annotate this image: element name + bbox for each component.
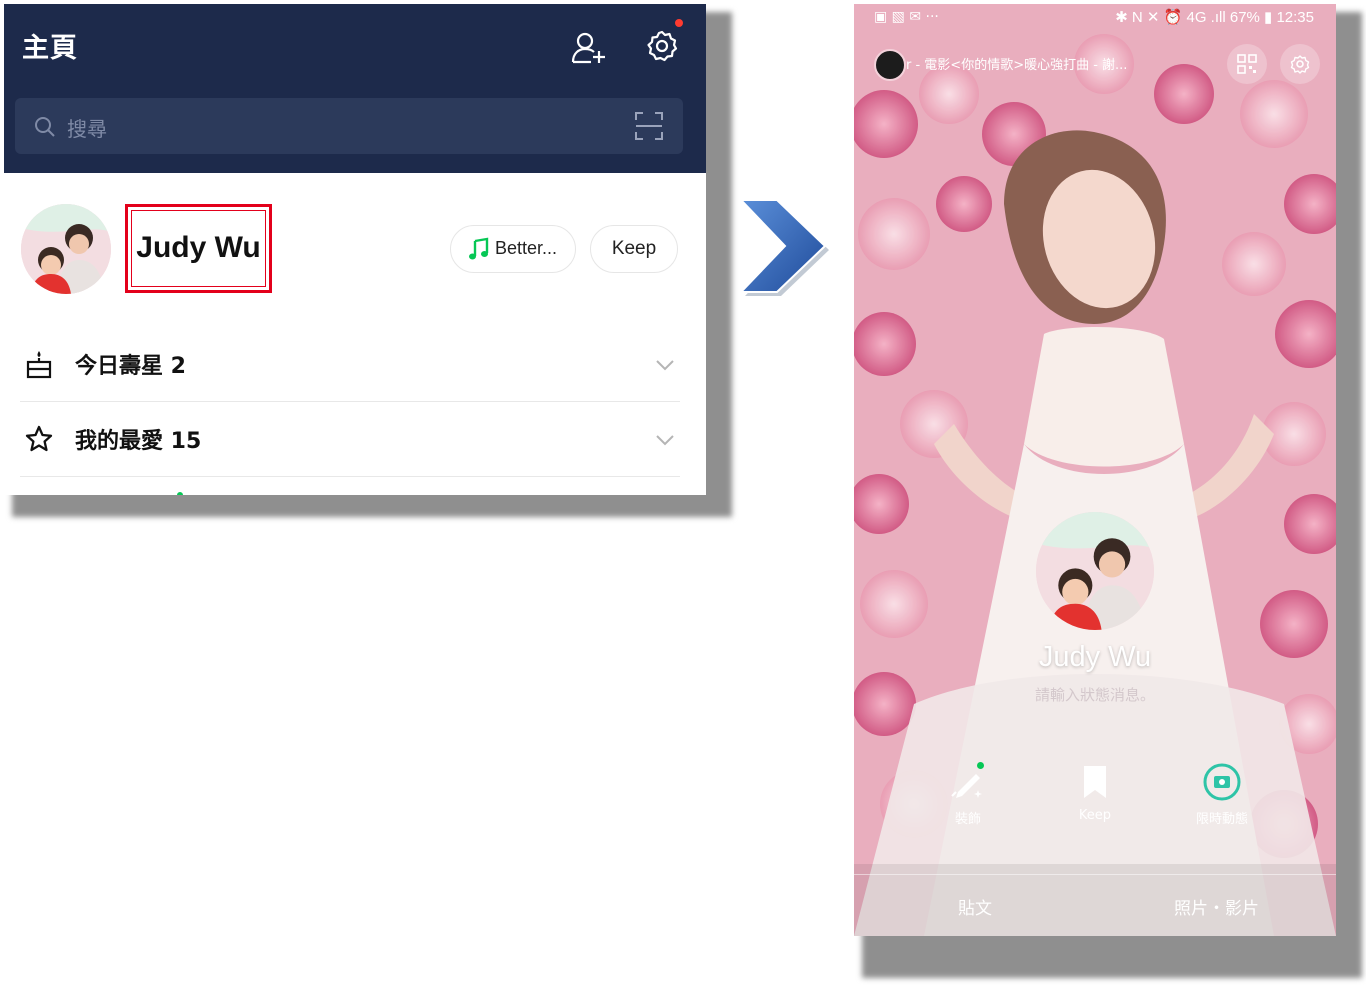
status-message-placeholder[interactable]: 請輸入狀態消息。 (854, 684, 1336, 705)
story-button[interactable]: 限時動態 (1167, 762, 1277, 827)
avatar[interactable] (21, 204, 111, 294)
chevron-down-icon[interactable] (654, 429, 676, 451)
keep-button[interactable]: Keep (1040, 762, 1150, 823)
keep-label: Keep (611, 238, 657, 259)
profile-screen: ▣ ▧ ✉ ··· ✱ N ✕ ⏰ 4G .ıll 67% ▮ 12:35 r … (854, 4, 1336, 936)
star-icon (25, 425, 53, 452)
story-camera-icon (1203, 763, 1241, 801)
new-indicator-dot (177, 492, 183, 495)
scan-icon[interactable] (634, 111, 664, 141)
search-bar[interactable]: 搜尋 (15, 98, 683, 154)
profile-music-ticker[interactable]: r - 電影<你的情歌>暖心強打曲 - 謝... (906, 54, 1130, 73)
profile-settings-button[interactable] (1280, 44, 1320, 84)
decorate-button[interactable]: 裝飾 (913, 762, 1023, 827)
section-label: 我的最愛 15 (75, 429, 202, 454)
story-label: 限時動態 (1195, 812, 1248, 827)
page-title: 主頁 (22, 33, 78, 64)
profile-music-button[interactable]: Better... (450, 225, 576, 273)
qr-code-icon (1237, 54, 1257, 74)
new-indicator-dot (977, 762, 984, 769)
search-input[interactable]: 搜尋 (67, 113, 107, 142)
status-bar-left-icons: ▣ ▧ ✉ ··· (874, 9, 939, 25)
search-icon (35, 117, 55, 137)
home-header: 主頁 搜尋 (4, 4, 706, 173)
cake-icon (26, 351, 52, 379)
section-birthdays[interactable]: 今日壽星 2 (20, 327, 680, 402)
notification-dot (675, 19, 683, 27)
keep-button[interactable]: Keep (590, 225, 678, 273)
status-bar: ▣ ▧ ✉ ··· ✱ N ✕ ⏰ 4G .ıll 67% ▮ 12:35 (854, 4, 1336, 36)
tab-photos-videos[interactable]: 照片・影片 (1174, 894, 1259, 919)
gear-icon[interactable] (642, 26, 682, 66)
gear-icon (1290, 55, 1310, 74)
music-disc-icon[interactable] (874, 49, 906, 81)
qr-code-button[interactable] (1227, 44, 1267, 84)
add-friend-icon[interactable] (569, 28, 609, 68)
profile-avatar[interactable] (1036, 512, 1154, 630)
divider (854, 874, 1336, 875)
status-bar-right-info: ✱ N ✕ ⏰ 4G .ıll 67% ▮ 12:35 (1115, 9, 1314, 26)
my-profile-row[interactable]: Judy Wu Better... Keep (4, 174, 706, 314)
profile-name[interactable]: Judy Wu (854, 641, 1336, 674)
chevron-down-icon[interactable] (654, 354, 676, 376)
home-screen: 主頁 搜尋 Judy Wu Better... Keep 今日壽星 2 我的最愛… (4, 4, 706, 495)
music-label: Better... (495, 238, 558, 258)
bookmark-icon (1084, 766, 1106, 798)
tab-posts[interactable]: 貼文 (958, 894, 992, 919)
section-label: 今日壽星 2 (75, 354, 186, 379)
profile-name[interactable]: Judy Wu (128, 231, 269, 265)
decorate-label: 裝飾 (954, 812, 981, 827)
highlight-box: Judy Wu (125, 204, 272, 293)
music-note-icon (469, 237, 489, 260)
chevron-right-arrow-icon (738, 199, 829, 296)
keep-label: Keep (1078, 808, 1112, 823)
section-favorites[interactable]: 我的最愛 15 (20, 402, 680, 477)
